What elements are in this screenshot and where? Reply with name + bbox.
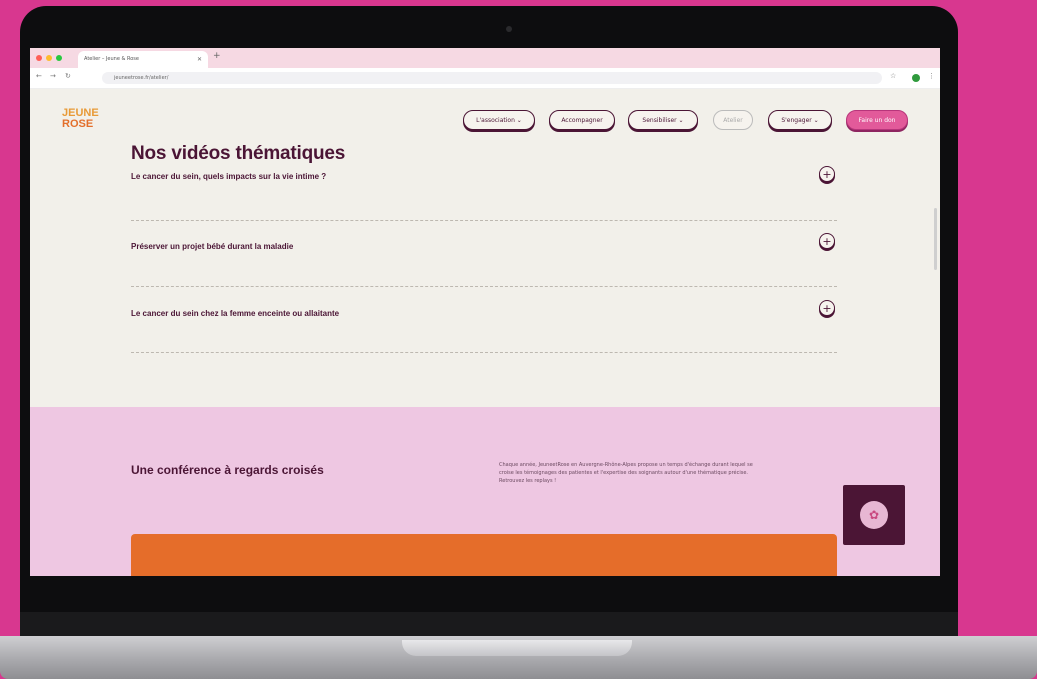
page-title: Nos vidéos thématiques [131,143,346,164]
expand-plus-icon[interactable]: + [819,166,835,182]
laptop-notch [402,640,632,656]
logo-line-2: ROSE [62,118,94,130]
minimize-window-icon[interactable] [46,55,52,61]
accordion-item-label[interactable]: Le cancer du sein chez la femme enceinte… [131,309,339,318]
nav-atelier-label: Atelier [723,117,743,124]
divider [131,286,837,287]
nav-accompagner[interactable]: Accompagner [549,110,615,130]
nav-sensibiliser-label: Sensibiliser [642,117,677,124]
reload-icon[interactable]: ↻ [65,72,71,80]
browser-tab-bar: Atelier – Jeune & Rose ✕ + [30,48,940,68]
scrollbar-thumb[interactable] [934,208,937,270]
nav-accompagner-label: Accompagner [561,117,603,124]
close-window-icon[interactable] [36,55,42,61]
webcam-icon [506,26,512,32]
laptop-screen: Atelier – Jeune & Rose ✕ + ← → ↻ jeuneet… [30,48,940,576]
conference-description: Chaque année, JeuneetRose en Auvergne-Rh… [499,462,753,484]
replay-video-banner[interactable] [131,534,837,576]
nav-sensibiliser[interactable]: Sensibiliser ⌄ [628,110,698,130]
site-logo[interactable]: JEUNE ROSE [62,108,102,130]
bookmark-star-icon[interactable]: ☆ [890,72,896,80]
conference-title: Une conférence à regards croisés [131,463,324,477]
browser-tab[interactable]: Atelier – Jeune & Rose ✕ [78,51,208,68]
nav-sengager-label: S'engager [781,117,812,124]
nav-association[interactable]: L'association ⌄ [463,110,535,130]
back-icon[interactable]: ← [36,72,42,80]
divider [131,352,837,353]
accordion-item-label[interactable]: Préserver un projet bébé durant la malad… [131,242,293,251]
address-bar[interactable]: jeuneetrose.fr/atelier/ [102,72,882,84]
divider [131,220,837,221]
nav-sengager[interactable]: S'engager ⌄ [768,110,832,130]
browser-toolbar: ← → ↻ jeuneetrose.fr/atelier/ ☆ ⋮ [30,68,940,89]
expand-plus-icon[interactable]: + [819,300,835,316]
extension-icon[interactable] [912,74,920,82]
chat-bubble-icon: ✿ [860,501,888,529]
tab-close-icon[interactable]: ✕ [197,51,202,68]
chat-widget-button[interactable]: ✿ [843,485,905,545]
expand-plus-icon[interactable]: + [819,233,835,249]
maximize-window-icon[interactable] [56,55,62,61]
new-tab-icon[interactable]: + [213,51,221,61]
menu-icon[interactable]: ⋮ [928,72,935,80]
tab-title: Atelier – Jeune & Rose [84,56,139,62]
forward-icon[interactable]: → [50,72,56,80]
donate-button-label: Faire un don [858,117,896,124]
accordion-item-label[interactable]: Le cancer du sein, quels impacts sur la … [131,172,326,181]
nav-association-label: L'association [476,117,515,124]
url-text: jeuneetrose.fr/atelier/ [114,75,169,81]
donate-button[interactable]: Faire un don [846,110,908,130]
nav-atelier[interactable]: Atelier [713,110,753,130]
